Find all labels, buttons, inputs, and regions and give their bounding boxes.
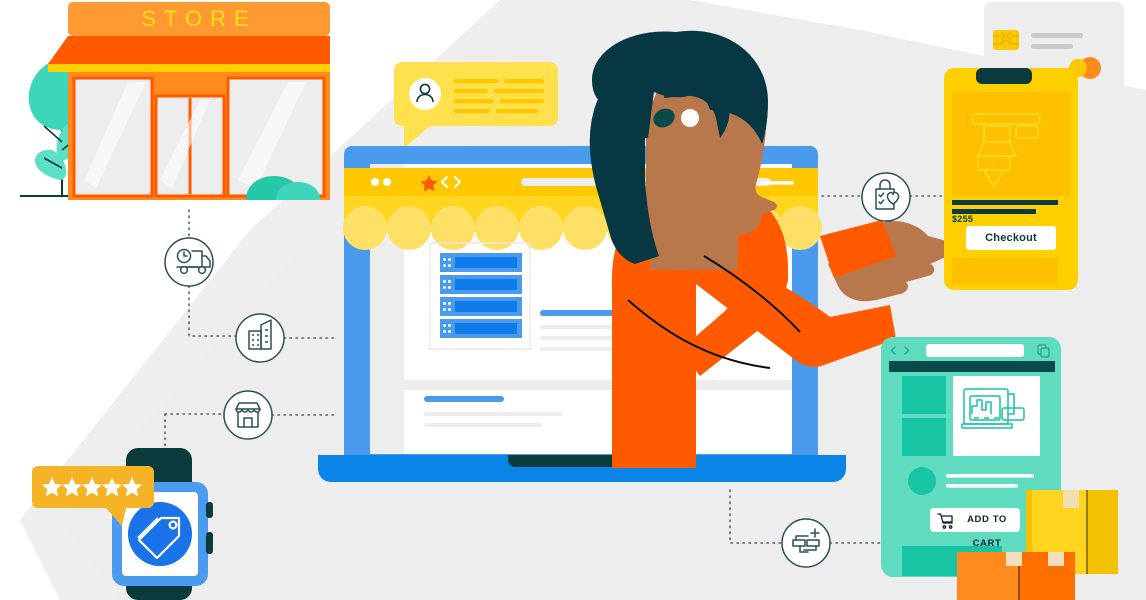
phone-device <box>944 68 1078 290</box>
watch-button-bottom <box>206 532 213 554</box>
tablet-title-bar <box>889 361 1055 372</box>
storefront-icon <box>223 390 273 440</box>
orange-box <box>957 552 1075 600</box>
checkout-button-label[interactable]: Checkout <box>966 226 1056 250</box>
store-sign-label: STORE <box>141 6 257 31</box>
earring <box>681 109 699 127</box>
laptop-base <box>318 455 846 482</box>
browser-dot-2 <box>383 178 391 186</box>
phone-price-label: $255 <box>952 214 974 224</box>
browser-dot-1 <box>371 178 379 186</box>
office-buildings-icon <box>235 313 285 363</box>
user-avatar-icon <box>409 78 441 110</box>
tablet-url-field <box>926 344 1024 357</box>
add-module-icon <box>781 518 831 568</box>
wishlist-bag-icon <box>861 172 911 222</box>
tablet-avatar-dot <box>908 467 936 495</box>
delivery-truck-icon <box>164 237 214 287</box>
watch-button-top <box>206 502 213 518</box>
phone-notch <box>976 68 1032 84</box>
illustration-canvas: STORE $255 Checkout ADD TO CART <box>0 0 1146 600</box>
card-chip-icon <box>993 30 1019 50</box>
add-to-cart-label[interactable]: ADD TO CART <box>954 508 1020 549</box>
